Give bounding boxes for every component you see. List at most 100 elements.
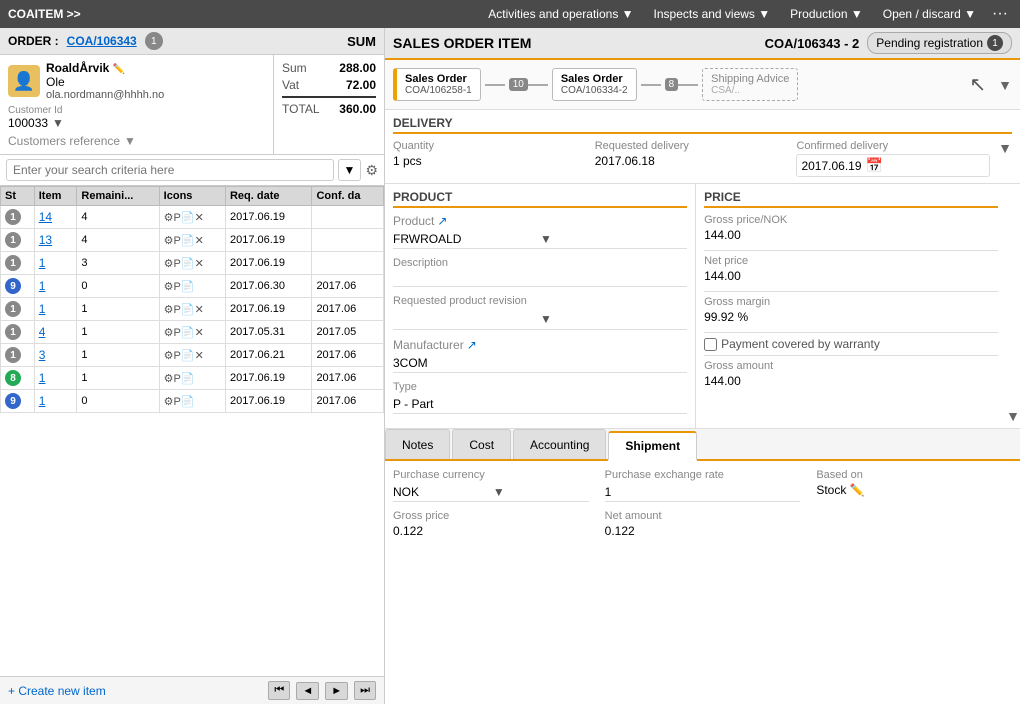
item-link[interactable]: 1 [39, 394, 46, 408]
cell-confdate: 2017.06 [312, 390, 384, 413]
add-new-item-link[interactable]: + Create new item [8, 684, 262, 698]
delete-icon[interactable]: ✕ [195, 211, 204, 224]
conf-delivery-date-input[interactable]: 2017.06.19 📅 [796, 154, 990, 177]
type-value: P - Part [393, 395, 687, 414]
search-settings-btn[interactable]: ⚙ [365, 162, 378, 179]
delete-icon[interactable]: ✕ [195, 349, 204, 362]
customer-reference-row[interactable]: Customers reference ▼ [8, 134, 265, 148]
doc-icon[interactable]: 📄 [181, 257, 195, 270]
col-confdate: Conf. da [312, 187, 384, 206]
print-icon[interactable]: P [174, 304, 181, 316]
doc-icon[interactable]: 📄 [181, 395, 195, 408]
cell-remaining: 1 [77, 367, 159, 390]
payment-warranty-checkbox[interactable] [704, 338, 717, 351]
delete-icon[interactable]: ✕ [195, 257, 204, 270]
gear-icon[interactable]: ⚙ [164, 303, 174, 316]
search-dropdown-btn[interactable]: ▼ [338, 159, 362, 181]
order-number[interactable]: COA/106343 [67, 34, 137, 48]
status-badge: 1 [5, 209, 21, 225]
cell-remaining: 0 [77, 275, 159, 298]
print-icon[interactable]: P [174, 258, 181, 270]
table-row[interactable]: 1 3 1 ⚙P📄✕ 2017.06.21 2017.06 [1, 344, 384, 367]
print-icon[interactable]: P [174, 281, 181, 293]
item-link[interactable]: 3 [39, 348, 46, 362]
print-icon[interactable]: P [174, 350, 181, 362]
wf-item-1-line2: COA/106258-1 [405, 85, 472, 96]
more-btn[interactable]: ··· [988, 5, 1012, 23]
table-row[interactable]: 9 1 0 ⚙P📄 2017.06.30 2017.06 [1, 275, 384, 298]
item-link[interactable]: 1 [39, 256, 46, 270]
next-page-btn[interactable]: ► [325, 682, 348, 700]
print-icon[interactable]: P [174, 235, 181, 247]
delete-icon[interactable]: ✕ [195, 326, 204, 339]
gear-icon[interactable]: ⚙ [164, 280, 174, 293]
item-link[interactable]: 1 [39, 302, 46, 316]
workflow-scroll-right[interactable]: ▼ [998, 77, 1012, 93]
doc-icon[interactable]: 📄 [181, 372, 195, 385]
last-page-btn[interactable]: ⏭ [354, 681, 376, 700]
print-icon[interactable]: P [174, 327, 181, 339]
tab-shipment[interactable]: Shipment [608, 431, 697, 461]
gear-icon[interactable]: ⚙ [164, 395, 174, 408]
tab-cost[interactable]: Cost [452, 429, 511, 459]
open-discard-btn[interactable]: Open / discard ▼ [875, 5, 984, 23]
gear-icon[interactable]: ⚙ [164, 372, 174, 385]
print-icon[interactable]: P [174, 212, 181, 224]
product-dropdown-arrow[interactable]: ▼ [540, 232, 687, 246]
table-row[interactable]: 1 13 4 ⚙P📄✕ 2017.06.19 [1, 229, 384, 252]
table-row[interactable]: 1 4 1 ⚙P📄✕ 2017.05.31 2017.05 [1, 321, 384, 344]
gear-icon[interactable]: ⚙ [164, 211, 174, 224]
status-badge: 1 [5, 301, 21, 317]
item-link[interactable]: 4 [39, 325, 46, 339]
wf-item-3[interactable]: Shipping Advice CSA/.. [702, 68, 798, 101]
payment-warranty-row: Payment covered by warranty [704, 337, 998, 351]
table-row[interactable]: 1 1 3 ⚙P📄✕ 2017.06.19 [1, 252, 384, 275]
doc-icon[interactable]: 📄 [181, 303, 195, 316]
doc-icon[interactable]: 📄 [181, 211, 195, 224]
product-price-scroll-down[interactable]: ▼ [1006, 408, 1020, 424]
product-link-icon[interactable]: ↗ [437, 214, 447, 228]
gear-icon[interactable]: ⚙ [164, 234, 174, 247]
calendar-icon[interactable]: 📅 [866, 157, 883, 174]
manufacturer-link-icon[interactable]: ↗ [467, 338, 477, 352]
doc-icon[interactable]: 📄 [181, 326, 195, 339]
table-row[interactable]: 9 1 0 ⚙P📄 2017.06.19 2017.06 [1, 390, 384, 413]
purchase-currency-select[interactable]: NOK ▼ [393, 483, 589, 502]
first-page-btn[interactable]: ⏮ [268, 681, 290, 700]
print-icon[interactable]: P [174, 396, 181, 408]
delete-icon[interactable]: ✕ [195, 234, 204, 247]
delete-icon[interactable]: ✕ [195, 303, 204, 316]
production-btn[interactable]: Production ▼ [782, 5, 871, 23]
table-row[interactable]: 1 14 4 ⚙P📄✕ 2017.06.19 [1, 206, 384, 229]
tab-notes[interactable]: Notes [385, 429, 450, 459]
gear-icon[interactable]: ⚙ [164, 349, 174, 362]
item-link[interactable]: 1 [39, 279, 46, 293]
edit-icon[interactable]: ✏️ [850, 483, 865, 497]
cell-item: 14 [34, 206, 77, 229]
purchase-currency-arrow[interactable]: ▼ [493, 485, 589, 499]
print-icon[interactable]: P [174, 373, 181, 385]
table-row[interactable]: 8 1 1 ⚙P📄 2017.06.19 2017.06 [1, 367, 384, 390]
item-link[interactable]: 14 [39, 210, 52, 224]
search-input[interactable] [6, 159, 334, 181]
wf-item-2[interactable]: Sales Order COA/106334-2 [552, 68, 637, 101]
req-revision-arrow[interactable]: ▼ [540, 312, 687, 326]
cell-icons: ⚙P📄✕ [159, 344, 225, 367]
item-link[interactable]: 13 [39, 233, 52, 247]
item-link[interactable]: 1 [39, 371, 46, 385]
activities-btn[interactable]: Activities and operations ▼ [480, 5, 641, 23]
gear-icon[interactable]: ⚙ [164, 257, 174, 270]
doc-icon[interactable]: 📄 [181, 280, 195, 293]
inspects-btn[interactable]: Inspects and views ▼ [646, 5, 779, 23]
net-amount-tab-label: Net amount [605, 510, 801, 522]
tab-accounting[interactable]: Accounting [513, 429, 606, 459]
wf-item-1[interactable]: Sales Order COA/106258-1 [393, 68, 481, 101]
table-row[interactable]: 1 1 1 ⚙P📄✕ 2017.06.19 2017.06 [1, 298, 384, 321]
prev-page-btn[interactable]: ◄ [296, 682, 319, 700]
req-revision-dropdown[interactable]: ▼ [393, 309, 687, 330]
delivery-scroll-down[interactable]: ▼ [998, 140, 1012, 156]
gear-icon[interactable]: ⚙ [164, 326, 174, 339]
doc-icon[interactable]: 📄 [181, 234, 195, 247]
product-dropdown[interactable]: FRWROALD ▼ [393, 230, 687, 249]
doc-icon[interactable]: 📄 [181, 349, 195, 362]
